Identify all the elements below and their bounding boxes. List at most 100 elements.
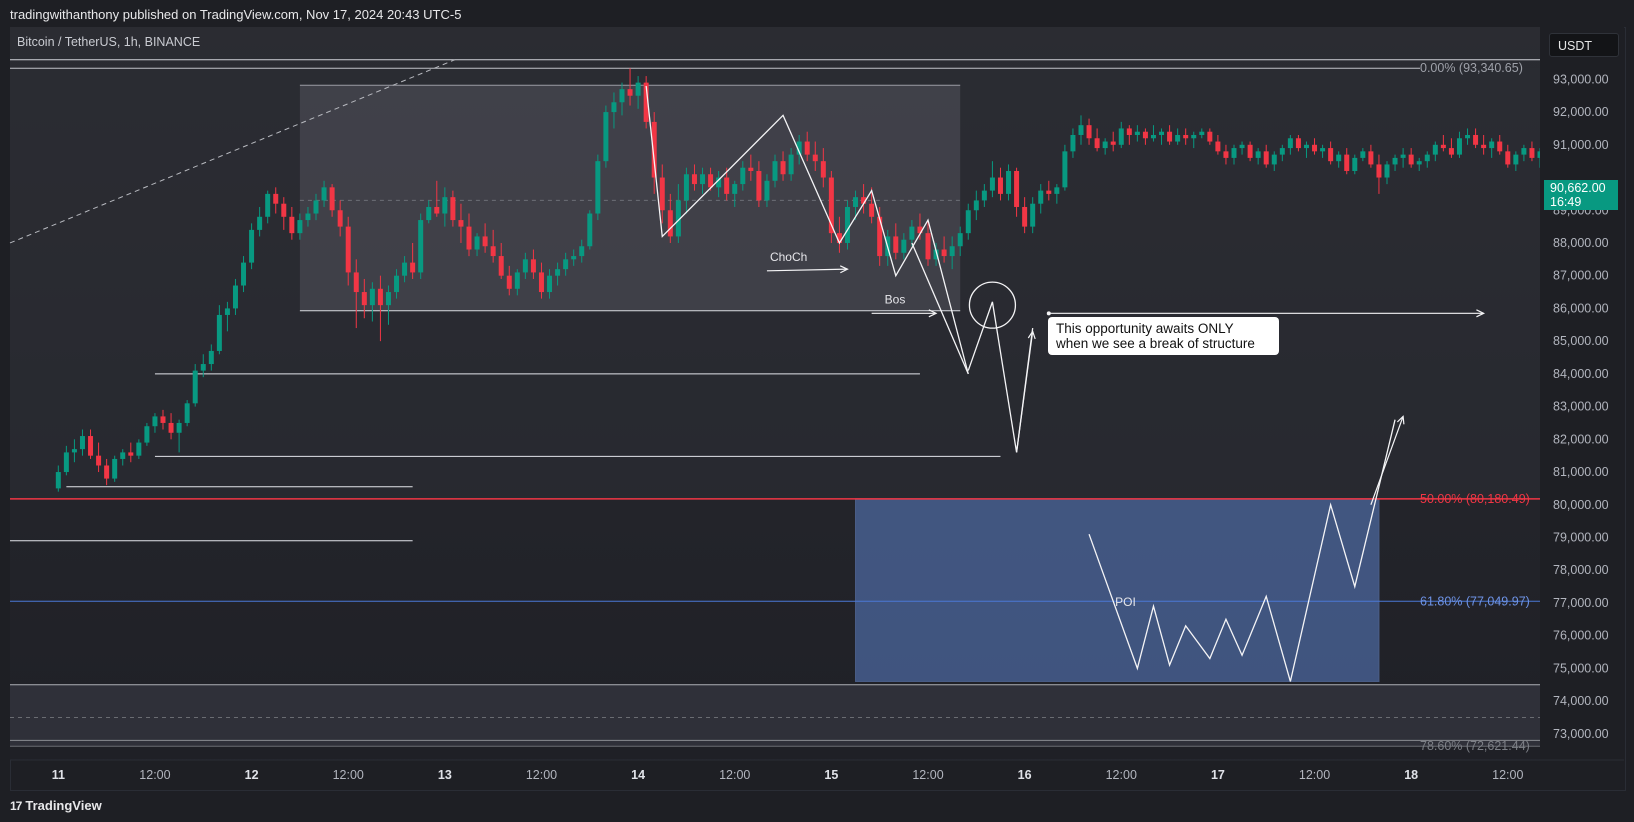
candle-body xyxy=(1456,138,1462,155)
candle-body xyxy=(289,216,295,234)
fib-50-label: 50.00% (80,180.49) xyxy=(1420,492,1530,506)
fib-618-label: 61.80% (77,049.97) xyxy=(1420,594,1530,608)
candle-body xyxy=(925,233,931,260)
candle-body xyxy=(764,180,770,201)
candle-body xyxy=(1497,141,1503,152)
candle-body xyxy=(1062,151,1068,188)
currency-button[interactable]: USDT xyxy=(1549,33,1619,57)
fib-786-label: 78.60% (72,621.44) xyxy=(1420,739,1530,753)
candle-body xyxy=(700,174,706,185)
callout-line-1: This opportunity awaits ONLY xyxy=(1056,321,1234,336)
candle-body xyxy=(434,206,440,214)
candle-countdown: 16:49 xyxy=(1550,195,1582,209)
price-tick-label: 86,000.00 xyxy=(1553,301,1609,315)
candle-body xyxy=(458,220,464,227)
poi-box xyxy=(855,498,1380,682)
candle-body xyxy=(257,216,263,230)
candle-body xyxy=(345,226,351,273)
price-tick-label: 81,000.00 xyxy=(1553,465,1609,479)
candle-body xyxy=(1489,141,1495,149)
candle-body xyxy=(981,190,987,201)
time-tick-label: 12:00 xyxy=(333,768,364,782)
candle-body xyxy=(1094,138,1100,149)
candle-body xyxy=(667,210,673,237)
candle-body xyxy=(466,226,472,250)
candle-body xyxy=(538,272,544,293)
candle-body xyxy=(1271,154,1277,165)
candle-body xyxy=(1440,144,1446,149)
candle-body xyxy=(740,167,746,185)
time-tick-label: 12:00 xyxy=(1106,768,1137,782)
price-tick-label: 75,000.00 xyxy=(1553,661,1609,675)
poi-label: POI xyxy=(1115,595,1136,609)
time-tick-label: 17 xyxy=(1211,768,1225,782)
candle-body xyxy=(321,187,327,201)
candle-body xyxy=(1328,148,1334,162)
tradingview-brand[interactable]: 17 TradingView xyxy=(10,798,102,813)
candle-body xyxy=(377,288,383,306)
candle-body xyxy=(1279,148,1285,155)
candle-body xyxy=(241,262,247,286)
candle-body xyxy=(780,161,786,175)
candle-body xyxy=(989,177,995,191)
candle-body xyxy=(1392,157,1398,165)
candle-body xyxy=(1126,128,1132,135)
candle-body xyxy=(724,177,730,194)
callout-note: This opportunity awaits ONLY when we see… xyxy=(1048,317,1279,355)
candle-body xyxy=(635,82,641,96)
break-dot xyxy=(1046,311,1051,316)
price-tick-label: 92,000.00 xyxy=(1553,105,1609,119)
candle-body xyxy=(1006,170,1012,194)
candle-body xyxy=(1223,151,1229,158)
candle-body xyxy=(1368,151,1374,165)
price-tick-label: 77,000.00 xyxy=(1553,596,1609,610)
price-tick-label: 83,000.00 xyxy=(1553,400,1609,414)
candle-body xyxy=(1110,141,1116,145)
candle-body xyxy=(1215,141,1221,152)
candle-body xyxy=(869,203,875,217)
price-chart[interactable]: ChoCh Bos POI 0.00% (93,340.65) 50.00% (80,1… xyxy=(0,0,1634,822)
time-tick-label: 12:00 xyxy=(526,768,557,782)
candle-body xyxy=(402,262,408,276)
candle-body xyxy=(627,89,633,96)
candle-body xyxy=(1312,144,1318,152)
candle-body xyxy=(901,239,907,253)
price-tick-label: 87,000.00 xyxy=(1553,269,1609,283)
candle-body xyxy=(1521,148,1527,155)
price-tick-label: 91,000.00 xyxy=(1553,138,1609,152)
candle-body xyxy=(482,236,488,247)
candle-body xyxy=(506,275,512,289)
candle-body xyxy=(1295,138,1301,149)
tradingview-logo-icon: 17 xyxy=(10,799,22,813)
candle-body xyxy=(1344,154,1350,171)
candle-body xyxy=(1336,154,1342,162)
bos-label: Bos xyxy=(885,293,906,307)
fib-zone-lower xyxy=(10,684,1540,747)
candle-body xyxy=(1352,157,1358,171)
candle-body xyxy=(426,206,432,221)
candle-body xyxy=(949,246,955,257)
candle-body xyxy=(788,154,794,175)
price-tick-label: 79,000.00 xyxy=(1553,530,1609,544)
candle-body xyxy=(1046,190,1052,194)
last-price-badge: 90,662.00 16:49 xyxy=(1544,180,1618,210)
candle-body xyxy=(136,442,142,456)
last-price: 90,662.00 xyxy=(1550,181,1606,195)
candle-body xyxy=(232,285,238,309)
candle-body xyxy=(160,416,166,423)
candle-body xyxy=(1022,206,1028,227)
candle-body xyxy=(1102,141,1108,149)
candle-body xyxy=(1239,144,1245,149)
candle-body xyxy=(128,452,134,456)
candle-body xyxy=(804,141,810,155)
candle-body xyxy=(530,259,536,273)
candle-body xyxy=(249,229,255,263)
price-tick-label: 84,000.00 xyxy=(1553,367,1609,381)
candle-body xyxy=(313,200,319,214)
candle-body xyxy=(965,210,971,234)
candle-body xyxy=(1247,144,1253,158)
candle-body xyxy=(120,452,126,459)
candle-body xyxy=(474,236,480,250)
candle-body xyxy=(1481,144,1487,149)
candle-body xyxy=(1400,154,1406,158)
